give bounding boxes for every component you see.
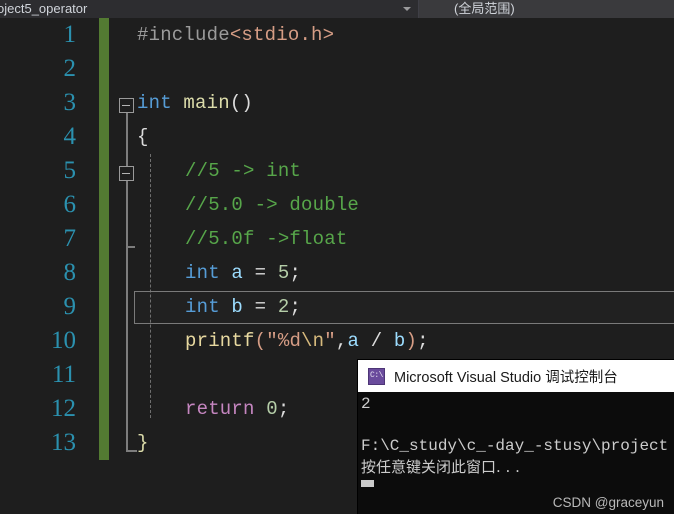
token-open-paren: ( <box>254 330 267 352</box>
token-semicolon: ; <box>277 398 290 420</box>
token-close-brace: } <box>137 432 149 454</box>
line-number: 12 <box>51 395 76 422</box>
scope-dropdown[interactable]: (全局范围) <box>419 0 674 18</box>
token-main-parens: () <box>229 92 254 114</box>
line-number: 6 <box>63 191 77 218</box>
line-number: 11 <box>51 361 76 388</box>
change-bar <box>99 154 109 188</box>
token-assign-op: = <box>254 296 278 318</box>
fold-spine-main <box>126 100 128 452</box>
code-line-8[interactable]: int a = 5; <box>185 256 301 290</box>
token-divide-op: / <box>359 330 394 352</box>
token-comment: //5.0f ->float <box>185 228 348 250</box>
token-variable-a: a <box>219 262 255 284</box>
console-cmd-icon-label: C:\ <box>370 371 383 380</box>
scope-dropdown-value: (全局范围) <box>454 1 515 16</box>
token-comma: , <box>335 330 348 352</box>
token-close-paren: ) <box>405 330 418 352</box>
token-semicolon: ; <box>289 262 302 284</box>
token-main-name: main <box>171 92 230 114</box>
token-arg-b: b <box>393 330 406 352</box>
code-line-5[interactable]: //5 -> int <box>185 154 301 188</box>
token-int-keyword: int <box>137 92 172 114</box>
token-number: 5 <box>277 262 290 284</box>
line-number: 2 <box>63 55 77 82</box>
fold-spine-inner-foot <box>126 246 135 248</box>
line-number: 1 <box>63 21 77 48</box>
console-title-bar[interactable]: C:\ Microsoft Visual Studio 调试控制台 <box>358 360 674 392</box>
change-bar <box>99 290 109 324</box>
block-cursor <box>361 480 374 487</box>
console-title: Microsoft Visual Studio 调试控制台 <box>394 369 618 386</box>
console-output-area[interactable]: 2 F:\C_study\c_-day_-stusy\project 按任意键关… <box>358 392 674 514</box>
line-number: 8 <box>63 259 77 286</box>
code-line-9[interactable]: int b = 2; <box>185 290 301 324</box>
change-bar <box>99 188 109 222</box>
token-format-string-start: "%d <box>266 330 302 352</box>
line-number: 13 <box>51 429 76 456</box>
change-bar <box>99 18 109 52</box>
change-bar <box>99 392 109 426</box>
token-number: 2 <box>277 296 290 318</box>
token-comment: //5 -> int <box>185 160 302 182</box>
token-int-keyword: int <box>185 296 220 318</box>
change-bar <box>99 86 109 120</box>
console-output-line: F:\C_study\c_-day_-stusy\project <box>361 437 669 455</box>
member-dropdown[interactable]: oject5_operator <box>0 0 419 18</box>
token-format-string-end: " <box>324 330 336 352</box>
member-dropdown-value: oject5_operator <box>0 1 88 16</box>
token-variable-b: b <box>219 296 255 318</box>
code-line-6[interactable]: //5.0 -> double <box>185 188 359 222</box>
navigation-bar: oject5_operator (全局范围) <box>0 0 674 18</box>
line-number: 9 <box>63 293 77 320</box>
change-bar <box>99 426 109 460</box>
debug-console-window[interactable]: C:\ Microsoft Visual Studio 调试控制台 2 F:\C… <box>358 360 674 514</box>
code-line-13[interactable]: } <box>137 426 149 460</box>
change-bar <box>99 324 109 358</box>
watermark: CSDN @graceyun <box>552 495 664 510</box>
change-bar <box>99 120 109 154</box>
indent-guide <box>150 154 151 418</box>
token-return-keyword: return <box>185 398 255 420</box>
line-number: 4 <box>63 123 77 150</box>
fold-collapse-icon-line5[interactable] <box>119 166 134 181</box>
console-output-line: 按任意键关闭此窗口. . . <box>361 458 520 476</box>
change-bar <box>99 222 109 256</box>
code-line-10[interactable]: printf("%d\n",a / b); <box>185 324 429 358</box>
line-number: 10 <box>51 327 76 354</box>
token-semicolon: ; <box>289 296 302 318</box>
line-number: 5 <box>63 157 77 184</box>
token-return-value: 0 <box>254 398 278 420</box>
fold-collapse-icon-line3[interactable] <box>119 98 134 113</box>
code-line-12[interactable]: return 0; <box>185 392 289 426</box>
chevron-down-icon[interactable] <box>403 7 411 11</box>
token-comment: //5.0 -> double <box>185 194 360 216</box>
token-int-keyword: int <box>185 262 220 284</box>
code-line-1[interactable]: #include<stdio.h> <box>137 18 334 52</box>
console-cmd-icon: C:\ <box>368 367 385 385</box>
line-number: 7 <box>63 225 77 252</box>
token-include-header: <stdio.h> <box>229 24 335 46</box>
token-include-directive: #include <box>137 24 230 46</box>
console-output-line: 2 <box>361 395 371 413</box>
token-open-brace: { <box>137 126 149 148</box>
token-assign-op: = <box>254 262 278 284</box>
token-printf-call: printf <box>185 330 255 352</box>
code-line-4[interactable]: { <box>137 120 149 154</box>
fold-spine-main-foot <box>126 450 137 452</box>
code-line-3[interactable]: int main() <box>137 86 253 120</box>
change-bar <box>99 358 109 392</box>
change-bar <box>99 256 109 290</box>
code-line-7[interactable]: //5.0f ->float <box>185 222 347 256</box>
line-number: 3 <box>63 89 77 116</box>
token-semicolon: ; <box>417 330 429 352</box>
change-bar <box>99 52 109 86</box>
token-arg-a: a <box>347 330 360 352</box>
token-escape-newline: \n <box>301 330 325 352</box>
